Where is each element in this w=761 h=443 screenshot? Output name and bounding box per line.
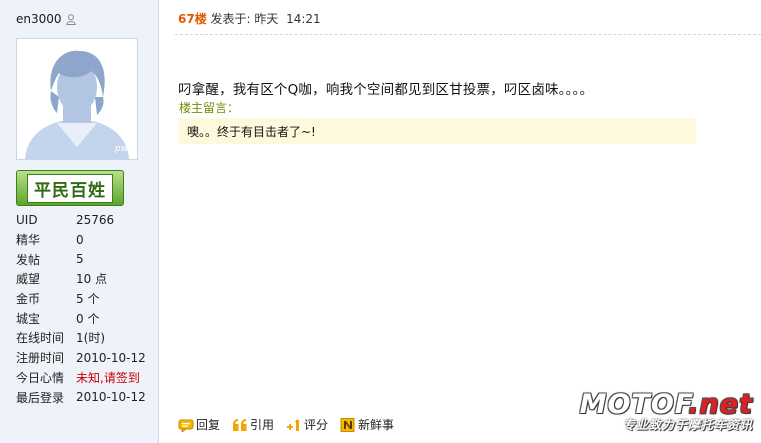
stat-row: 最后登录 2010-10-12 [16, 387, 146, 407]
stat-value: 25766 [76, 212, 115, 227]
stat-row: UID 25766 [16, 210, 146, 230]
stat-row: 城宝 0 个 [16, 308, 146, 328]
owner-note-label: 楼主留言： [179, 101, 240, 115]
stat-label: 发帖 [16, 252, 41, 267]
reply-label: 回复 [196, 418, 221, 432]
author-sidebar: en3000 pw 平民百姓 UID 25766 精华 0 发帖 5 威望 10 点金币 5 个… [0, 0, 159, 443]
stat-label: UID [16, 212, 38, 227]
user-status-icon [65, 13, 76, 25]
rate-button[interactable]: 评分 [286, 416, 328, 433]
post-actions: 回复 引用 评分 新鲜事 [178, 416, 406, 433]
stat-label: 城宝 [16, 311, 41, 326]
stat-label: 今日心情 [16, 370, 65, 385]
stat-label: 威望 [16, 272, 41, 287]
news-label: 新鲜事 [358, 418, 395, 432]
author-avatar[interactable]: pw [16, 38, 138, 160]
stat-label: 精华 [16, 233, 41, 248]
stat-value: 1(时) [76, 331, 105, 346]
post-divider [175, 34, 761, 35]
stat-row: 精华 0 [16, 230, 146, 250]
rank-label: 平民百姓 [27, 173, 113, 203]
quote-button[interactable]: 引用 [232, 416, 274, 433]
stat-label: 注册时间 [16, 351, 65, 366]
post-header: 67楼 发表于: 昨天 14:21 [178, 10, 321, 27]
floor-number[interactable]: 67楼 [178, 12, 207, 26]
site-watermark: MOTOF.net 专业致力于摩托车资讯 [580, 389, 753, 433]
stat-value: 5 个 [76, 292, 100, 307]
stat-value: 2010-10-12 [76, 390, 146, 405]
author-name-row[interactable]: en3000 [16, 12, 76, 26]
quote-icon [233, 418, 247, 431]
stat-row: 威望 10 点 [16, 269, 146, 289]
reply-icon [178, 419, 194, 432]
rate-label: 评分 [304, 418, 329, 432]
author-name[interactable]: en3000 [16, 12, 62, 26]
stat-value: 2010-10-12 [76, 350, 146, 365]
avatar-silhouette-icon: pw [17, 39, 137, 159]
owner-note: 噢。。终于有目击者了~! [178, 118, 696, 144]
stat-value: 10 点 [76, 272, 108, 287]
stat-row: 金币 5 个 [16, 289, 146, 309]
author-stats: UID 25766 精华 0 发帖 5 威望 10 点金币 5 个城宝 0 个在线时间 1(时) 注册… [16, 210, 146, 407]
stat-label: 最后登录 [16, 390, 65, 405]
stat-row: 在线时间 1(时) [16, 328, 146, 348]
stat-label: 金币 [16, 292, 41, 307]
stat-row: 发帖 5 [16, 249, 146, 269]
rate-icon [287, 418, 300, 431]
stat-label: 在线时间 [16, 331, 65, 346]
reply-button[interactable]: 回复 [178, 416, 220, 433]
stat-value: 0 [76, 232, 84, 247]
stat-value: 5 [76, 252, 84, 267]
news-icon [340, 417, 355, 432]
stat-row: 今日心情 未知,请签到 [16, 368, 146, 388]
posted-day: 昨天 [254, 12, 279, 26]
post-content: 叼拿醒，我有区个Q咖，响我个空间都见到区甘投票，叼区卤味。。。。 [178, 82, 594, 98]
avatar-caption: pw [114, 144, 129, 154]
stat-row: 注册时间 2010-10-12 [16, 348, 146, 368]
news-button[interactable]: 新鲜事 [340, 416, 394, 433]
posted-time: 14:21 [286, 12, 321, 26]
posted-at-label: 发表于: [210, 12, 251, 26]
mood-checkin-link[interactable]: 未知,请签到 [76, 369, 140, 386]
rank-badge: 平民百姓 [16, 170, 124, 206]
quote-label: 引用 [250, 418, 275, 432]
stat-value: 0 个 [76, 311, 100, 326]
